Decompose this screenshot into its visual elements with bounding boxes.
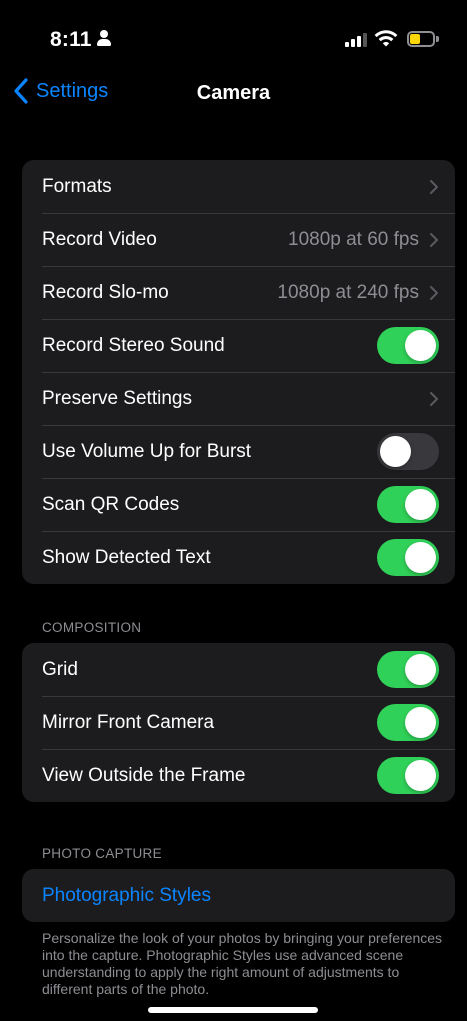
- composition-header: COMPOSITION: [42, 620, 142, 635]
- composition-group: Grid Mirror Front Camera View Outside th…: [22, 643, 455, 802]
- view-outside-frame-label: View Outside the Frame: [42, 764, 246, 786]
- photographic-styles-description: Personalize the look of your photos by b…: [42, 930, 443, 997]
- status-bar: 8:11: [6, 6, 461, 62]
- record-slo-mo-label: Record Slo-mo: [42, 281, 169, 303]
- volume-up-burst-row: Use Volume Up for Burst: [22, 425, 455, 478]
- grid-row: Grid: [22, 643, 455, 696]
- home-indicator[interactable]: [148, 1007, 318, 1013]
- record-slo-mo-row[interactable]: Record Slo-mo 1080p at 240 fps: [22, 266, 455, 319]
- volume-up-burst-label: Use Volume Up for Burst: [42, 440, 252, 462]
- scan-qr-codes-toggle[interactable]: [377, 486, 439, 523]
- mirror-front-camera-label: Mirror Front Camera: [42, 711, 215, 733]
- chevron-right-icon: [430, 232, 438, 247]
- scan-qr-codes-row: Scan QR Codes: [22, 478, 455, 531]
- status-time: 8:11: [50, 28, 92, 51]
- chevron-right-icon: [430, 391, 438, 406]
- chevron-right-icon: [430, 285, 438, 300]
- wifi-icon: [374, 30, 398, 47]
- mirror-front-camera-row: Mirror Front Camera: [22, 696, 455, 749]
- formats-row[interactable]: Formats: [22, 160, 455, 213]
- record-video-value: 1080p at 60 fps: [288, 228, 419, 250]
- person-icon: [97, 30, 111, 48]
- preserve-settings-row[interactable]: Preserve Settings: [22, 372, 455, 425]
- record-video-label: Record Video: [42, 228, 157, 250]
- volume-up-burst-toggle[interactable]: [377, 433, 439, 470]
- show-detected-text-toggle[interactable]: [377, 539, 439, 576]
- screen: 8:11 Settings Camera Formats Record Vide…: [6, 6, 461, 1015]
- mirror-front-camera-toggle[interactable]: [377, 704, 439, 741]
- photographic-styles-link[interactable]: Photographic Styles: [42, 885, 439, 907]
- grid-toggle[interactable]: [377, 651, 439, 688]
- preserve-settings-label: Preserve Settings: [42, 387, 192, 409]
- show-detected-text-label: Show Detected Text: [42, 546, 211, 568]
- record-video-row[interactable]: Record Video 1080p at 60 fps: [22, 213, 455, 266]
- camera-settings-group: Formats Record Video 1080p at 60 fps Rec…: [22, 160, 455, 584]
- photo-capture-header: PHOTO CAPTURE: [42, 846, 162, 861]
- view-outside-frame-row: View Outside the Frame: [22, 749, 455, 802]
- record-stereo-sound-row: Record Stereo Sound: [22, 319, 455, 372]
- record-stereo-sound-toggle[interactable]: [377, 327, 439, 364]
- record-slo-mo-value: 1080p at 240 fps: [277, 281, 419, 303]
- page-title: Camera: [196, 82, 271, 104]
- grid-label: Grid: [42, 658, 78, 680]
- photographic-styles-row[interactable]: Photographic Styles: [22, 869, 455, 922]
- scan-qr-codes-label: Scan QR Codes: [42, 493, 180, 515]
- battery-icon: [407, 31, 439, 47]
- record-stereo-sound-label: Record Stereo Sound: [42, 334, 225, 356]
- show-detected-text-row: Show Detected Text: [22, 531, 455, 584]
- formats-label: Formats: [42, 175, 112, 197]
- signal-icon: [345, 32, 367, 47]
- chevron-right-icon: [430, 179, 438, 194]
- photo-capture-group: Photographic Styles: [22, 869, 455, 922]
- view-outside-frame-toggle[interactable]: [377, 757, 439, 794]
- navigation-bar: Settings Camera: [6, 70, 461, 114]
